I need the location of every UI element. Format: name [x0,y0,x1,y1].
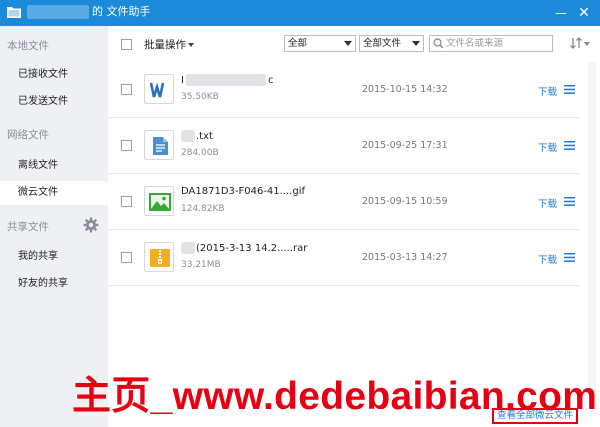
sidebar-item-weiyun[interactable]: 微云文件 [0,181,108,205]
sidebar-item-my-shares[interactable]: 我的共享 [0,245,108,269]
blurred-name [181,242,195,254]
search-placeholder: 文件名或来源 [446,38,504,49]
sidebar-item-friend-shares[interactable]: 好友的共享 [0,272,108,296]
file-date: 2015-09-15 10:59 [362,196,448,207]
file-checkbox[interactable] [121,140,132,151]
file-row[interactable]: DA1871D3-F046-41....gif 124.82KB 2015-09… [108,174,580,230]
menu-icon[interactable] [564,85,575,94]
download-link[interactable]: 下载 [538,196,557,210]
file-checkbox[interactable] [121,252,132,263]
file-size: 284.00B [181,148,219,158]
sort-icon[interactable] [569,36,583,50]
minimize-button[interactable]: — [551,3,571,23]
sidebar-item-sent[interactable]: 已发送文件 [0,90,108,114]
download-link[interactable]: 下载 [538,84,557,98]
view-all-weiyun-files-link[interactable]: 查看全部微云文件 [492,408,578,424]
file-name[interactable]: (2015-3-13 14.2.....rar [181,242,307,254]
sidebar-item-offline[interactable]: 离线文件 [0,154,108,178]
window-title: 的 文件助手 [92,5,151,18]
file-name[interactable]: DA1871D3-F046-41....gif [181,186,305,197]
archive-file-icon [144,242,174,272]
file-date: 2015-10-15 14:32 [362,84,448,95]
file-size: 124.82KB [181,204,225,214]
batch-operations-button[interactable]: 批量操作 [144,37,194,52]
blurred-name [185,74,266,86]
file-size: 35.50KB [181,92,219,102]
file-date: 2015-09-25 17:31 [362,140,448,151]
file-checkbox[interactable] [121,196,132,207]
text-file-icon [144,130,174,160]
search-icon [433,38,444,49]
file-row[interactable]: (2015-3-13 14.2.....rar 33.21MB 2015-03-… [108,230,580,286]
toolbar: 批量操作 全部 全部文件 文件名或来源 [108,26,600,62]
image-file-icon [144,186,174,216]
title-bar: 的 文件助手 — ✕ [0,0,600,26]
scrollbar[interactable] [588,62,596,392]
menu-icon[interactable] [564,141,575,150]
gear-icon[interactable] [83,217,99,233]
word-file-icon [144,74,174,104]
file-name[interactable]: Ic [181,74,273,86]
blurred-contact-name [27,5,89,19]
download-link[interactable]: 下载 [538,252,557,266]
menu-icon[interactable] [564,253,575,262]
chevron-down-icon[interactable] [584,42,590,46]
sidebar-section-network: 网络文件 [7,129,49,141]
close-button[interactable]: ✕ [574,3,594,23]
file-size: 33.21MB [181,260,221,270]
filter-select[interactable]: 全部 [284,35,356,52]
chevron-down-icon [412,41,420,46]
batch-operations-label: 批量操作 [144,39,186,51]
file-checkbox[interactable] [121,84,132,95]
chevron-down-icon [188,43,194,47]
download-link[interactable]: 下载 [538,140,557,154]
file-type-select-value: 全部文件 [363,38,402,49]
blurred-name [181,130,195,142]
sidebar: 本地文件 已接收文件 已发送文件 网络文件 离线文件 微云文件 共享文件 我的共… [0,26,108,427]
chevron-down-icon [344,41,352,46]
menu-icon[interactable] [564,197,575,206]
file-date: 2015-03-13 14:27 [362,252,448,263]
sidebar-item-received[interactable]: 已接收文件 [0,63,108,87]
file-row[interactable]: Ic 35.50KB 2015-10-15 14:32 下载 [108,62,580,118]
sidebar-section-shared: 共享文件 [7,221,49,233]
sidebar-section-local: 本地文件 [7,40,49,52]
select-all-checkbox[interactable] [121,39,132,50]
file-type-select[interactable]: 全部文件 [359,35,424,52]
search-input[interactable]: 文件名或来源 [429,35,553,52]
folder-icon [7,7,21,18]
file-name[interactable]: .txt [181,130,213,142]
filter-select-value: 全部 [288,38,308,49]
file-row[interactable]: .txt 284.00B 2015-09-25 17:31 下载 [108,118,580,174]
